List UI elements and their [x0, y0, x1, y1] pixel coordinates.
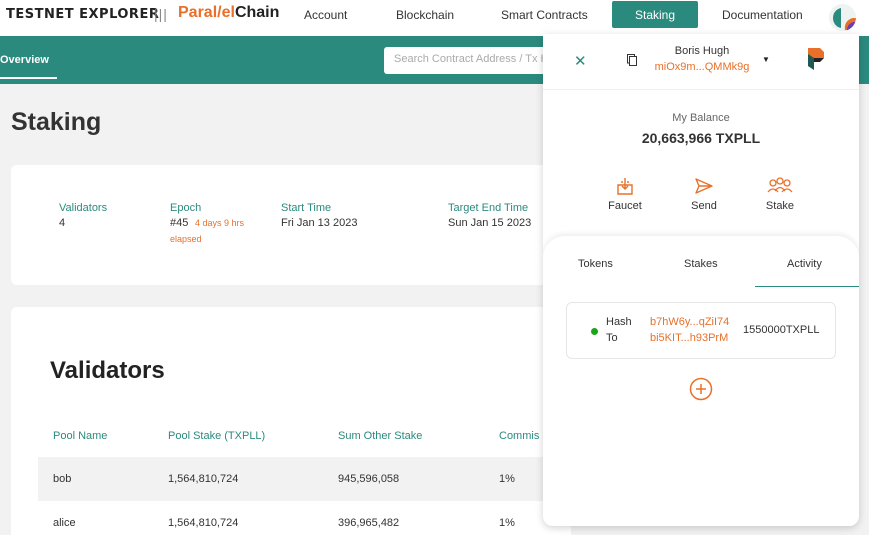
- start-time-value: Fri Jan 13 2023: [281, 217, 358, 229]
- validators-label: Validators: [59, 202, 108, 214]
- stake-button[interactable]: Stake: [750, 176, 810, 212]
- hash-value[interactable]: b7hW6y...qZiI74: [650, 316, 729, 328]
- tab-stakes[interactable]: Stakes: [684, 258, 718, 270]
- nav-account[interactable]: Account: [304, 8, 347, 22]
- avatar-icon: [829, 4, 856, 31]
- start-time-label: Start Time: [281, 202, 332, 214]
- status-dot: [591, 328, 598, 335]
- balance-value: 20,663,966 TXPLL: [641, 130, 761, 146]
- table-row[interactable]: alice 1,564,810,724 396,965,482 1%: [38, 501, 571, 535]
- commission-cell: 1%: [499, 517, 515, 529]
- nav-smart-contracts[interactable]: Smart Contracts: [501, 8, 588, 22]
- to-label: To: [606, 332, 618, 344]
- to-value[interactable]: bi5KIT...h93PrM: [650, 332, 728, 344]
- faucet-icon: [617, 178, 633, 195]
- col-sum-other-stake[interactable]: Sum Other Stake: [338, 430, 422, 442]
- col-pool-stake[interactable]: Pool Stake (TXPLL): [168, 430, 265, 442]
- tab-overview[interactable]: Overview: [0, 54, 49, 66]
- validators-count: 4: [59, 217, 66, 229]
- balance-label: My Balance: [672, 112, 730, 124]
- wallet-header: ✕ Boris Hugh miOx9m...QMMk9g ▼: [543, 34, 859, 90]
- active-tab-underline: [755, 286, 859, 287]
- pool-name-cell: alice: [53, 517, 76, 529]
- overview-underline: [0, 77, 57, 79]
- pool-stake-cell: 1,564,810,724: [168, 473, 239, 485]
- faucet-label: Faucet: [608, 200, 642, 212]
- parallelchain-logo-icon: [808, 48, 824, 70]
- add-icon[interactable]: [689, 377, 713, 401]
- other-stake-cell: 396,965,482: [338, 517, 400, 529]
- faucet-button[interactable]: Faucet: [595, 176, 655, 212]
- close-icon[interactable]: ✕: [574, 52, 587, 70]
- send-label: Send: [691, 200, 717, 212]
- other-stake-cell: 945,596,058: [338, 473, 400, 485]
- validators-card: Validators Pool Name Pool Stake (TXPLL) …: [11, 307, 571, 535]
- account-address[interactable]: miOx9m...QMMk9g: [649, 61, 755, 73]
- tab-activity[interactable]: Activity: [787, 258, 822, 270]
- epoch-elapsed: 4 days 9 hrs: [195, 218, 245, 228]
- end-time-label: Target End Time: [448, 202, 529, 214]
- pool-stake-cell: 1,564,810,724: [168, 517, 239, 529]
- nav-staking[interactable]: Staking: [612, 1, 698, 28]
- epoch-stats-card: Validators 4 Epoch #45 4 days 9 hrs elap…: [11, 165, 571, 285]
- top-nav: TESTNET EXPLORER ||| Paral/elChain Accou…: [0, 0, 869, 36]
- col-commission[interactable]: Commis: [499, 430, 539, 442]
- pool-name-cell: bob: [53, 473, 72, 485]
- brand-title[interactable]: TESTNET EXPLORER: [6, 7, 159, 22]
- logo-text-1: Paral: [178, 4, 218, 21]
- activity-item[interactable]: Hash b7hW6y...qZiI74 To bi5KIT...h93PrM …: [566, 302, 836, 359]
- nav-documentation[interactable]: Documentation: [722, 8, 803, 22]
- epoch-label: Epoch: [170, 202, 202, 214]
- col-pool-name[interactable]: Pool Name: [53, 430, 107, 442]
- validators-title: Validators: [50, 357, 165, 384]
- stake-icon: [767, 177, 793, 193]
- copy-icon[interactable]: [627, 54, 637, 66]
- send-button[interactable]: Send: [674, 176, 734, 212]
- chevron-down-icon[interactable]: ▼: [762, 55, 770, 64]
- table-row[interactable]: bob 1,564,810,724 945,596,058 1%: [38, 457, 571, 501]
- stake-label: Stake: [765, 200, 795, 212]
- account-name: Boris Hugh: [674, 45, 730, 57]
- page-title: Staking: [11, 108, 102, 136]
- brand-separator: |||: [154, 6, 168, 22]
- send-icon: [695, 178, 713, 194]
- logo-text-2: el: [221, 4, 235, 21]
- parallelchain-logo[interactable]: Paral/elChain: [178, 4, 279, 22]
- epoch-value: #45: [170, 217, 189, 229]
- wallet-tabs-container: Tokens Stakes Activity Hash b7hW6y...qZi…: [543, 236, 859, 526]
- nav-blockchain[interactable]: Blockchain: [396, 8, 454, 22]
- commission-cell: 1%: [499, 473, 515, 485]
- epoch-elapsed-suffix: elapsed: [170, 234, 202, 244]
- end-time-value: Sun Jan 15 2023: [448, 217, 532, 229]
- avatar[interactable]: [829, 4, 856, 31]
- hash-label: Hash: [606, 316, 632, 328]
- amount-value: 1550000TXPLL: [743, 324, 820, 336]
- wallet-panel: ✕ Boris Hugh miOx9m...QMMk9g ▼ My Balanc…: [543, 34, 859, 526]
- logo-text-3: Chain: [234, 4, 280, 21]
- tab-tokens[interactable]: Tokens: [578, 258, 613, 270]
